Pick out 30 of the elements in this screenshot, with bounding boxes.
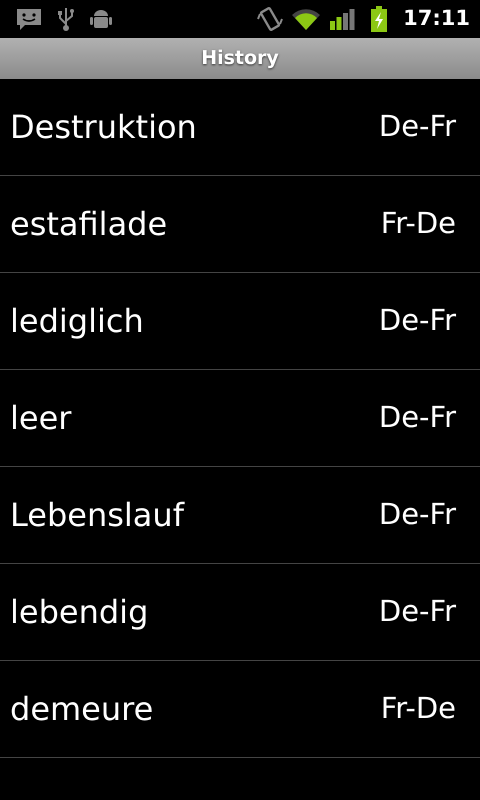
wifi-icon (291, 7, 322, 31)
battery-charging-icon (371, 6, 388, 32)
clock-time: 17:11 (403, 5, 470, 32)
history-item[interactable]: estafilade Fr-De (0, 176, 480, 273)
language-direction: De-Fr (378, 108, 456, 146)
history-word: Lebenslauf (10, 495, 184, 536)
language-direction: De-Fr (378, 593, 456, 630)
history-word: lediglich (10, 301, 144, 342)
history-word: lebendig (10, 592, 148, 633)
history-item[interactable]: leer De-Fr (0, 370, 480, 467)
history-item[interactable]: Lebenslauf De-Fr (0, 467, 480, 564)
vibrate-icon (257, 6, 284, 32)
history-word: leer (10, 398, 72, 439)
history-word: demeure (10, 689, 154, 730)
history-item[interactable]: Destruktion De-Fr (0, 79, 480, 176)
language-direction: Fr-De (380, 690, 456, 728)
message-icon (16, 7, 42, 31)
history-word: Destruktion (10, 107, 197, 148)
screen-title: History (201, 46, 279, 72)
language-direction: De-Fr (378, 496, 456, 534)
language-direction: De-Fr (378, 302, 456, 340)
usb-icon (58, 6, 74, 32)
language-direction: Fr-De (380, 205, 456, 242)
language-direction: De-Fr (378, 399, 456, 436)
history-item[interactable]: demeure Fr-De (0, 661, 480, 758)
history-item[interactable]: lediglich De-Fr (0, 273, 480, 370)
history-word: estafilade (10, 204, 168, 245)
signal-icon (329, 7, 356, 31)
history-item[interactable]: lebendig De-Fr (0, 564, 480, 661)
android-icon (90, 7, 112, 31)
